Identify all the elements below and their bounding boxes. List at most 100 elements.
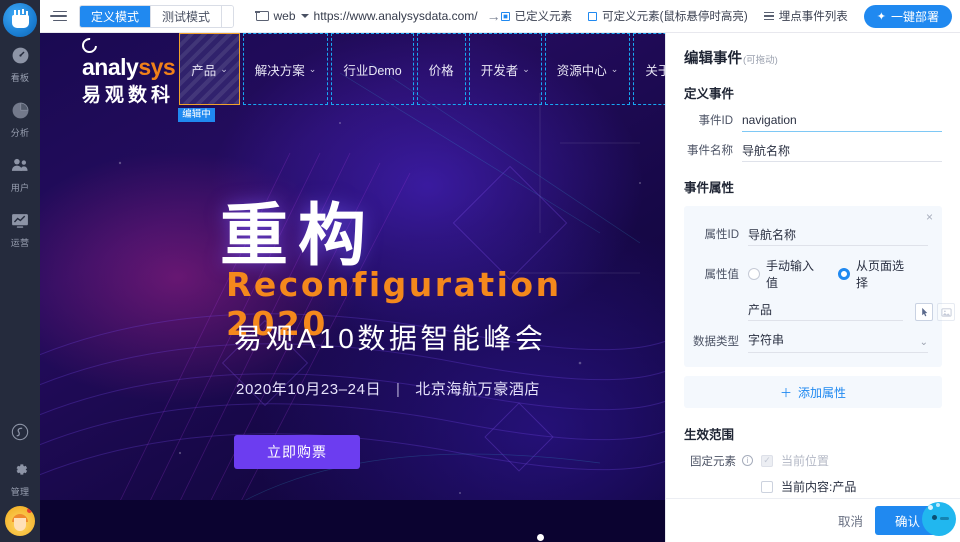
hero-separator: | [395,381,401,398]
section-define-event: 定义事件 [684,87,735,101]
panel-footer: 取消 确认 [666,498,960,542]
go-arrow-icon[interactable]: → [487,8,501,24]
left-sidebar: 看板 分析 用户 运营 管理 [0,0,40,542]
tab-test-mode[interactable]: 测试模式 [151,5,223,27]
toggle-definable-elements[interactable]: 可定义元素(鼠标悬停时高亮) [588,8,748,24]
info-icon[interactable]: i [742,455,753,466]
chevron-down-icon: ⌄ [308,63,317,74]
attribute-card: × 属性ID 属性值 手动输入值 从页面选择 [684,206,955,367]
field-event-id: 事件ID [684,112,942,132]
users-icon [11,158,28,171]
website-preview[interactable]: analysys 易观数科 产品 ⌄ 编辑中 解决方案 ⌄ 行业Demo 价格 … [40,33,665,542]
site-nav: 产品 ⌄ 编辑中 解决方案 ⌄ 行业Demo 价格 开发者 ⌄ 资源中心 ⌄ 关… [178,33,665,122]
data-type-select[interactable]: 字符串 ⌄ [748,333,928,353]
sidebar-label-operations: 运营 [10,238,30,248]
event-list-button[interactable]: 埋点事件列表 [763,8,848,24]
checkbox-icon [588,11,598,21]
site-logo[interactable]: analysys 易观数科 [78,33,176,107]
sidebar-label-manage: 管理 [10,487,30,497]
pointer-pick-icon[interactable] [915,303,933,321]
sidebar-item-operations[interactable]: 运营 [0,202,40,257]
nav-item-about-us[interactable]: 关于我们 [633,33,665,105]
nav-label: 开发者 [480,63,519,78]
radio-from-page-label: 从页面选择 [856,259,905,290]
nav-label: 关于我们 [645,63,665,78]
user-avatar[interactable] [5,506,35,536]
edit-event-panel: 编辑事件(可拖动) 定义事件 事件ID 事件名称 事件属性 × 属性ID 属性 [665,33,960,542]
add-attribute-button[interactable]: ＋ 添加属性 [684,376,942,408]
sidebar-item-analysis[interactable]: 分析 [0,92,40,147]
panel-title-text: 编辑事件 [684,51,742,67]
url-text[interactable]: https://www.analysysdata.com/ [314,9,478,23]
add-attribute-label: 添加属性 [798,385,847,400]
nav-item-industry-demo[interactable]: 行业Demo [331,33,414,105]
tab-interactive-mode[interactable]: 可交互模式 [222,5,233,27]
sidebar-item-dashboard[interactable]: 看板 [0,37,40,92]
checkbox-icon-disabled [761,454,773,467]
toggle-definable-elements-label: 可定义元素(鼠标悬停时高亮) [602,11,748,23]
section-event-attributes: 事件属性 [684,181,735,195]
editing-badge: 编辑中 [178,108,215,122]
hamburger-icon[interactable] [50,7,67,25]
hero-date-venue: 2020年10月23–24日 | 北京海航万豪酒店 [236,378,540,399]
cancel-button[interactable]: 取消 [838,511,863,530]
image-pick-icon[interactable] [937,303,955,321]
operations-icon [12,214,28,228]
analysys-logo-icon[interactable] [3,3,37,37]
deploy-button[interactable]: ✦ 一键部署 [863,4,952,28]
sidebar-item-manage[interactable]: 管理 [0,451,40,506]
platform-label[interactable]: web [274,9,296,23]
hero-bottom-band [40,500,665,542]
nav-label: 行业Demo [343,63,402,78]
radio-manual-input[interactable]: 手动输入值 [748,257,820,291]
sidebar-label-analysis: 分析 [10,128,30,138]
radio-pick-from-page[interactable]: 从页面选择 [838,257,910,291]
sidebar-label-dashboard: 看板 [10,73,30,83]
sidebar-label-users: 用户 [10,183,30,193]
chevron-down-icon: ⌄ [919,337,928,348]
attr-id-label: 属性ID [704,229,740,241]
toggle-defined-elements-label: 已定义元素 [514,11,573,23]
event-id-input[interactable] [742,113,942,132]
sparkle-icon: ✦ [876,10,886,23]
link-icon [11,423,29,441]
event-name-input[interactable] [742,143,942,162]
scope-label-current-position: 当前位置 [781,454,830,468]
close-icon[interactable]: × [926,211,933,223]
attr-value-input[interactable] [748,302,903,321]
scope-option-current-position[interactable]: 固定元素 i 当前位置 [684,452,942,469]
chat-assistant-icon[interactable] [922,502,956,536]
field-attr-value-mode: 属性值 手动输入值 从页面选择 [690,257,928,291]
hero-subtitle: 易观A10数据智能峰会 [234,323,547,354]
toolbar-right-group: 已定义元素 可定义元素(鼠标悬停时高亮) 埋点事件列表 ✦ 一键部署 [500,4,952,28]
attr-id-input[interactable] [748,227,928,246]
scope-section: 生效范围 固定元素 i 当前位置 当前内容:产品 同类型元素 [684,424,942,498]
hero-date: 2020年10月23–24日 [236,381,382,398]
nav-item-solutions[interactable]: 解决方案 ⌄ [242,33,329,105]
section-scope-title: 生效范围 [684,428,735,442]
carousel-dot[interactable] [537,534,544,541]
top-toolbar: 定义模式 测试模式 可交互模式 web https://www.analysys… [40,0,960,33]
app-root: 看板 分析 用户 运营 管理 定义模式 测试模式 web https://www… [0,0,960,542]
sidebar-item-users[interactable]: 用户 [0,147,40,202]
nav-item-products[interactable]: 产品 ⌄ 编辑中 [178,33,240,122]
chevron-down-icon[interactable] [300,14,309,18]
pie-chart-icon [12,102,28,119]
hero-venue: 北京海航万豪酒店 [415,381,541,398]
toggle-defined-elements[interactable]: 已定义元素 [500,8,573,24]
deploy-label: 一键部署 [890,9,939,24]
tab-define-mode[interactable]: 定义模式 [80,5,152,27]
browser-window-icon [255,10,269,21]
field-attr-id: 属性ID [690,226,928,246]
nav-item-developers[interactable]: 开发者 ⌄ [468,33,542,105]
sidebar-item-link[interactable] [0,413,40,451]
nav-item-pricing[interactable]: 价格 [416,33,466,105]
radio-manual-label: 手动输入值 [766,259,815,290]
attr-value-label: 属性值 [704,269,740,281]
nav-item-resources[interactable]: 资源中心 ⌄ [544,33,631,105]
data-type-label: 数据类型 [693,336,739,348]
dashboard-icon [12,47,28,64]
scope-option-current-content[interactable]: 当前内容:产品 [684,478,942,495]
field-event-name: 事件名称 [684,142,942,162]
buy-ticket-button[interactable]: 立即购票 [234,435,360,469]
